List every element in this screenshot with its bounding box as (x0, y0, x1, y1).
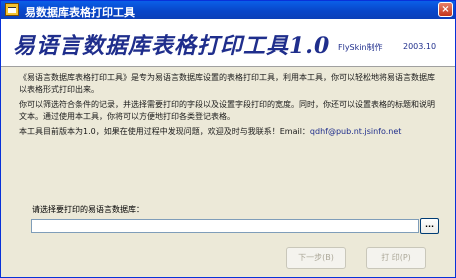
release-date: 2003.10 (403, 42, 437, 51)
close-button[interactable]: × (438, 2, 453, 17)
description-paragraph-1: 《易语言数据库表格打印工具》是专为易语言数据库设置的表格打印工具，利用本工具，你… (19, 73, 435, 94)
database-icon (5, 3, 19, 16)
description-paragraph-3: 本工具目前版本为1.0，如果在使用过程中发现问题，欢迎及时与我联系！Email：… (19, 126, 449, 138)
print-button[interactable]: 打 印(P) (366, 247, 426, 269)
main-window: 易数据库表格打印工具 × 易语言数据库表格打印工具1.0 FlySkin制作 2… (0, 0, 456, 278)
database-path-input[interactable] (31, 219, 419, 233)
version-contact-text: 本工具目前版本为1.0，如果在使用过程中发现问题，欢迎及时与我联系！Email： (19, 127, 310, 136)
title-bar[interactable]: 易数据库表格打印工具 × (1, 1, 455, 19)
author-credit: FlySkin制作 (338, 43, 383, 52)
database-select-label: 请选择要打印的易语言数据库： (32, 205, 144, 214)
app-name: 易语言数据库表格打印工具1.0 (13, 33, 331, 59)
browse-button[interactable]: ... (420, 218, 439, 234)
next-step-button[interactable]: 下一步(B) (286, 247, 346, 269)
contact-email: qdhf@pub.nt.jsinfo.net (309, 127, 402, 136)
description-paragraph-2: 你可以筛选符合条件的记录，并选择需要打印的字段以及设置字段打印的宽度。同时，你还… (19, 100, 435, 121)
header-banner: 易语言数据库表格打印工具1.0 FlySkin制作 2003.10 (1, 19, 455, 67)
window-title: 易数据库表格打印工具 (25, 6, 135, 19)
